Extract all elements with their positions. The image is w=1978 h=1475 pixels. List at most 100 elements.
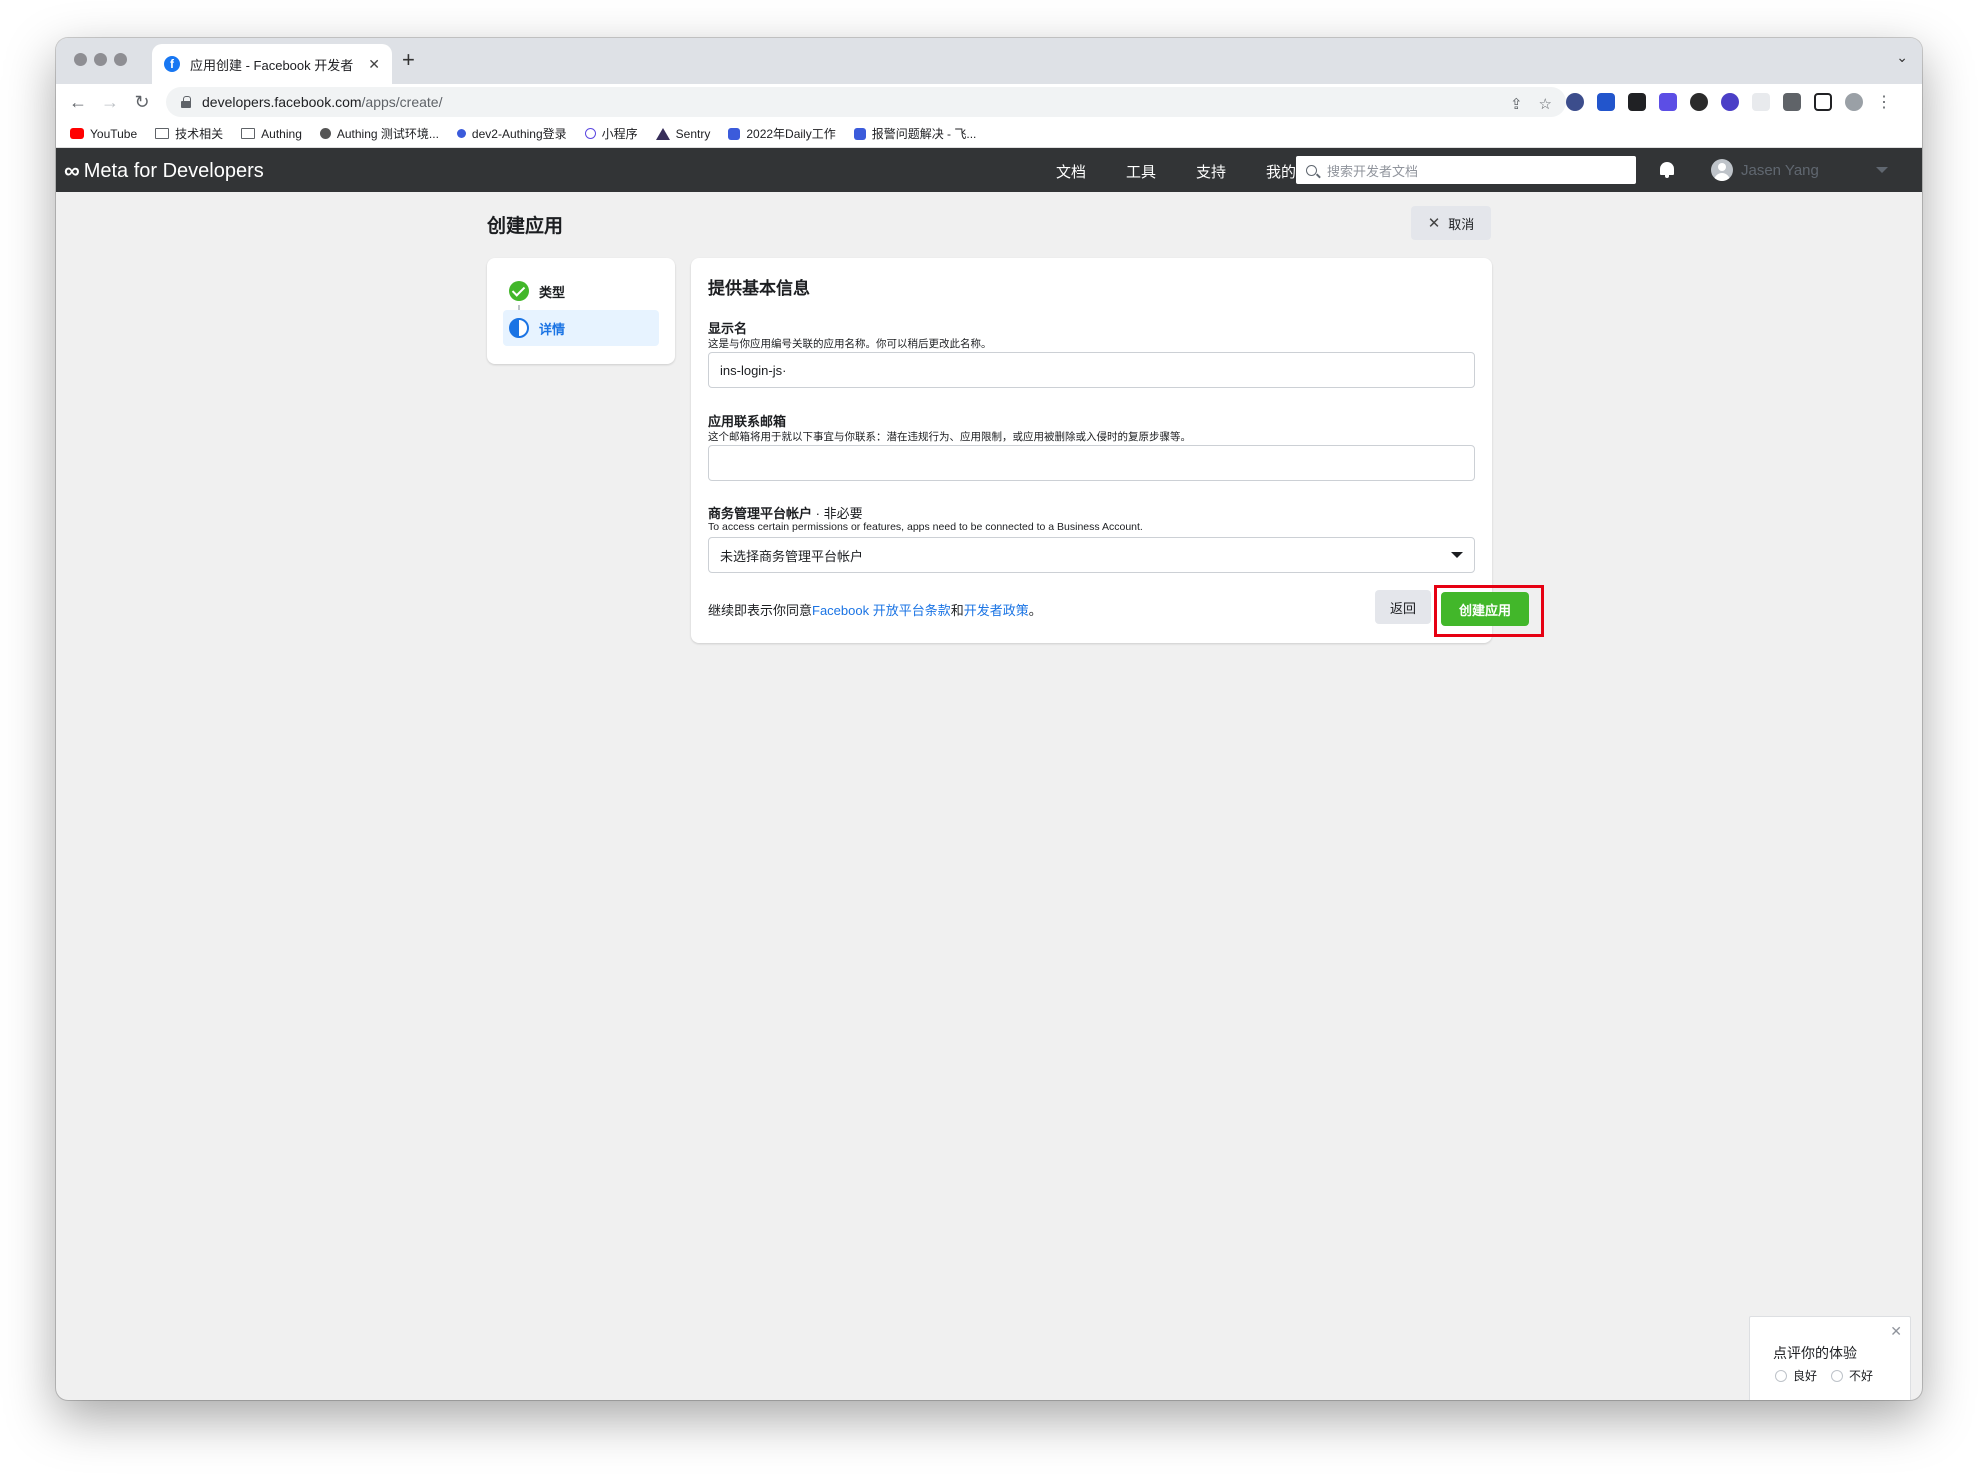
- feedback-option-good[interactable]: 良好: [1775, 1367, 1817, 1384]
- meta-infinity-icon: ∞: [64, 158, 80, 183]
- folder-icon: [241, 128, 256, 139]
- search-placeholder: 搜索开发者文档: [1327, 163, 1419, 179]
- nav-link-docs[interactable]: 文档: [1056, 161, 1086, 182]
- doc-icon: [853, 127, 866, 140]
- bookmarks-bar: YouTube 技术相关 Authing Authing 测试环境... dev…: [56, 120, 1922, 148]
- business-account-label: 商务管理平台帐户 · 非必要: [708, 506, 863, 521]
- extension-icon[interactable]: [1659, 93, 1677, 111]
- extension-icon[interactable]: [1690, 93, 1708, 111]
- minimize-window-button[interactable]: [94, 53, 107, 66]
- optional-tag: · 非必要: [812, 506, 863, 521]
- bookmark-youtube[interactable]: YouTube: [70, 127, 137, 141]
- facebook-icon: f: [164, 56, 180, 72]
- profile-avatar[interactable]: [1845, 93, 1863, 111]
- dot-icon: [456, 129, 466, 138]
- step-type[interactable]: 类型: [503, 273, 659, 309]
- tab-title: 应用创建 - Facebook 开发者: [190, 57, 354, 73]
- docs-search-input[interactable]: 搜索开发者文档: [1296, 156, 1636, 184]
- browser-tab[interactable]: f 应用创建 - Facebook 开发者 ✕: [152, 44, 392, 84]
- folder-icon: [155, 128, 170, 139]
- terms-notice: 继续即表示你同意Facebook 开放平台条款和开发者政策。: [708, 603, 1042, 618]
- bookmark-item[interactable]: 报警问题解决 - 飞...: [853, 125, 976, 142]
- bookmark-item[interactable]: Sentry: [655, 127, 710, 141]
- nav-link-support[interactable]: 支持: [1196, 161, 1226, 182]
- basic-info-form: 提供基本信息 显示名 这是与你应用编号关联的应用名称。你可以稍后更改此名称。 应…: [691, 258, 1544, 643]
- nav-link-tools[interactable]: 工具: [1126, 161, 1156, 182]
- side-panel-icon[interactable]: [1814, 93, 1832, 111]
- display-name-help: 这是与你应用编号关联的应用名称。你可以稍后更改此名称。: [708, 338, 992, 350]
- extensions-area: ⋮: [1566, 84, 1892, 120]
- platform-terms-link[interactable]: Facebook 开放平台条款: [812, 603, 951, 618]
- maximize-window-button[interactable]: [114, 53, 127, 66]
- check-circle-icon: [509, 281, 529, 301]
- business-account-help: To access certain permissions or feature…: [708, 521, 1143, 533]
- url-path: /apps/create/: [361, 94, 443, 110]
- feedback-widget: ✕ 点评你的体验 良好 不好: [1749, 1316, 1911, 1400]
- share-icon[interactable]: ⇪: [1510, 95, 1523, 113]
- bookmark-item[interactable]: Authing 测试环境...: [319, 125, 439, 142]
- contact-email-label: 应用联系邮箱: [708, 414, 787, 429]
- half-circle-progress-icon: [509, 318, 529, 338]
- extension-icon[interactable]: [1721, 93, 1739, 111]
- browser-window: f 应用创建 - Facebook 开发者 ✕ + ⌄ ← → ↻ develo…: [56, 38, 1922, 1400]
- back-button[interactable]: 返回: [1375, 590, 1431, 624]
- close-icon[interactable]: ✕: [1890, 1323, 1902, 1340]
- extension-icon[interactable]: [1566, 93, 1584, 111]
- developer-top-nav: ∞ Meta for Developers 文档 工具 支持 我的应用 搜索开发…: [56, 148, 1922, 192]
- bookmark-item[interactable]: 2022年Daily工作: [728, 125, 836, 142]
- steps-panel: 类型 详情: [487, 258, 675, 364]
- display-name-input[interactable]: [708, 352, 1475, 388]
- user-menu-caret-icon[interactable]: [1876, 167, 1888, 173]
- authing-icon: [319, 128, 331, 139]
- address-bar[interactable]: developers.facebook.com/apps/create/ ⇪ ☆: [166, 87, 1566, 117]
- new-tab-button[interactable]: +: [402, 47, 415, 73]
- browser-toolbar: ← → ↻ developers.facebook.com/apps/creat…: [56, 84, 1922, 120]
- forward-arrow-icon[interactable]: →: [94, 92, 126, 113]
- link-icon: [584, 128, 596, 139]
- reload-icon[interactable]: ↻: [126, 92, 158, 113]
- page-title: 创建应用: [487, 216, 564, 237]
- tab-strip: f 应用创建 - Facebook 开发者 ✕ + ⌄: [56, 38, 1922, 84]
- url-host: developers.facebook.com: [202, 94, 362, 110]
- bookmark-item[interactable]: dev2-Authing登录: [456, 125, 567, 142]
- avatar: [1711, 159, 1733, 181]
- bookmark-star-icon[interactable]: ☆: [1539, 95, 1552, 113]
- create-app-button[interactable]: 创建应用: [1441, 592, 1529, 626]
- sentry-icon: [655, 127, 670, 140]
- form-heading: 提供基本信息: [708, 279, 810, 298]
- feedback-option-bad[interactable]: 不好: [1831, 1367, 1873, 1384]
- radio-button[interactable]: [1775, 1369, 1787, 1382]
- youtube-icon: [70, 128, 84, 139]
- contact-email-help: 这个邮箱将用于就以下事宜与你联系：潜在违规行为、应用限制，或应用被删除或入侵时的…: [708, 431, 1191, 443]
- search-icon: [1306, 164, 1317, 176]
- user-name: Jasen Yang: [1741, 161, 1819, 179]
- tab-close-icon[interactable]: ✕: [368, 56, 380, 73]
- cancel-button[interactable]: ✕ 取消: [1411, 206, 1491, 240]
- notification-bell-icon[interactable]: [1660, 162, 1674, 178]
- display-name-label: 显示名: [708, 321, 748, 336]
- meta-logo[interactable]: ∞ Meta for Developers: [64, 158, 264, 184]
- back-arrow-icon[interactable]: ←: [62, 92, 94, 113]
- puzzle-icon[interactable]: [1783, 93, 1801, 111]
- feedback-title: 点评你的体验: [1773, 1345, 1857, 1361]
- doc-icon: [728, 127, 741, 140]
- tab-search-chevron-icon[interactable]: ⌄: [1896, 49, 1908, 66]
- step-details[interactable]: 详情: [503, 310, 659, 346]
- business-account-select[interactable]: 未选择商务管理平台帐户: [708, 537, 1475, 573]
- user-menu[interactable]: Jasen Yang: [1711, 159, 1819, 181]
- bookmark-item[interactable]: 小程序: [584, 125, 638, 142]
- bookmark-folder[interactable]: Authing: [241, 127, 302, 141]
- bookmark-folder[interactable]: 技术相关: [155, 125, 223, 142]
- ip-icon[interactable]: [1752, 93, 1770, 111]
- business-account-selected: 未选择商务管理平台帐户: [720, 548, 864, 564]
- close-icon: ✕: [1427, 215, 1441, 232]
- lock-icon[interactable]: [180, 96, 192, 108]
- dropdown-caret-icon: [1451, 552, 1463, 558]
- contact-email-input[interactable]: [708, 445, 1475, 481]
- shield-icon[interactable]: [1597, 93, 1615, 111]
- close-window-button[interactable]: [74, 53, 87, 66]
- radio-button[interactable]: [1831, 1369, 1844, 1382]
- more-menu-icon[interactable]: ⋮: [1876, 92, 1892, 112]
- extension-icon[interactable]: [1628, 93, 1646, 111]
- developer-policy-link[interactable]: 开发者政策: [964, 603, 1029, 618]
